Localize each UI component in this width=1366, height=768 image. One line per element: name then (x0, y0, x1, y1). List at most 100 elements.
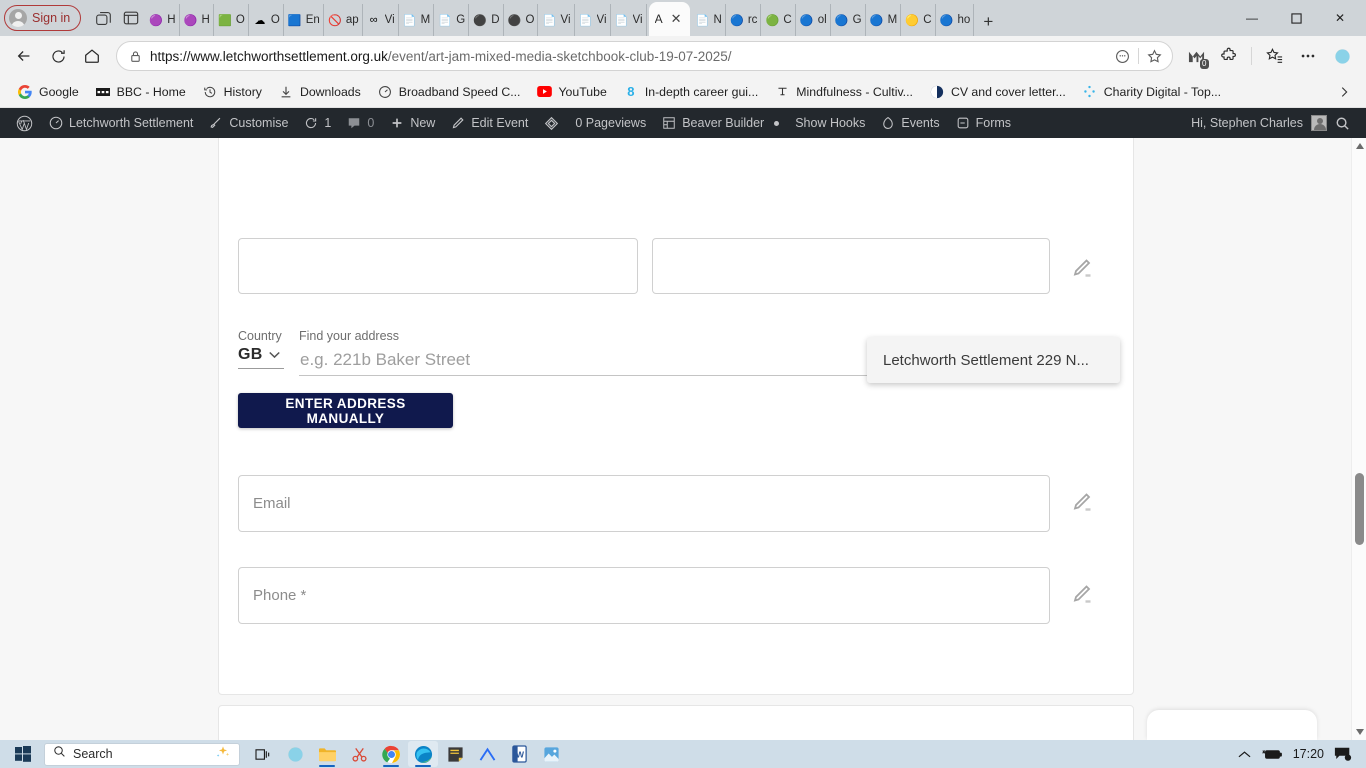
edit-phone-pencil-icon[interactable] (1070, 582, 1096, 608)
tab-item[interactable]: 📄 N (692, 4, 726, 36)
admin-bar-edit-event[interactable]: Edit Event (443, 108, 536, 138)
tab-item[interactable]: 🚫 ap (324, 4, 363, 36)
admin-bar-pageviews[interactable]: 0 Pageviews (567, 108, 654, 138)
notifications-icon[interactable] (1334, 746, 1352, 762)
tab-item[interactable]: 📄 Vi (538, 4, 575, 36)
admin-bar-site-name[interactable]: Letchworth Settlement (41, 108, 201, 138)
bookmark-mindfulness[interactable]: Mindfulness - Cultiv... (767, 81, 920, 103)
back-button[interactable] (8, 41, 40, 71)
edge-icon[interactable] (408, 741, 438, 767)
bookmark-google[interactable]: Google (10, 81, 86, 103)
tab-item[interactable]: 🔵 G (831, 4, 866, 36)
mailtrack-extension-icon[interactable]: 0 (1181, 41, 1211, 71)
tab-item[interactable]: ⚫ O (504, 4, 539, 36)
edit-name-pencil-icon[interactable] (1070, 256, 1096, 282)
copilot-icon[interactable] (89, 4, 117, 32)
tab-item[interactable]: 📄 M (399, 4, 435, 36)
vpn-icon[interactable] (472, 741, 502, 767)
tab-item[interactable]: 🔵 ol (796, 4, 831, 36)
file-explorer-icon[interactable] (312, 741, 342, 767)
favorites-icon[interactable] (1258, 41, 1290, 71)
word-icon[interactable]: W (504, 741, 534, 767)
tab-item[interactable]: 🔵 rc (726, 4, 762, 36)
admin-bar-show-hooks[interactable]: Show Hooks (787, 108, 873, 138)
tab-item[interactable]: 🟢 C (761, 4, 796, 36)
more-options-icon[interactable] (1292, 41, 1324, 71)
copilot-icon[interactable] (280, 741, 310, 767)
tab-item[interactable]: 🟣 H (145, 4, 180, 36)
tab-item-active[interactable]: A ✕ (648, 2, 690, 36)
admin-bar-forms[interactable]: Forms (948, 108, 1019, 138)
chevron-up-icon[interactable] (1238, 750, 1251, 759)
admin-bar-greeting[interactable]: Hi, Stephen Charles (1183, 108, 1303, 138)
first-name-field[interactable] (238, 238, 638, 294)
address-suggestion-item[interactable]: Letchworth Settlement 229 N... (883, 352, 1089, 369)
admin-bar-comments[interactable]: 0 (339, 108, 382, 138)
user-avatar-icon[interactable] (1311, 115, 1327, 131)
email-field[interactable]: Email (238, 475, 1050, 532)
edit-email-pencil-icon[interactable] (1070, 490, 1096, 516)
tab-item[interactable]: 📄 Vi (575, 4, 611, 36)
bookmark-bbc-home[interactable]: BBC - Home (88, 81, 193, 103)
tab-item[interactable]: ∞ Vi (363, 4, 399, 36)
admin-bar-new[interactable]: New (382, 108, 443, 138)
chrome-icon[interactable] (376, 741, 406, 767)
tab-item[interactable]: 🟩 O (214, 4, 249, 36)
close-button[interactable]: ✕ (1318, 1, 1362, 35)
bookmark-history[interactable]: History (195, 81, 269, 103)
extensions-icon[interactable] (1213, 41, 1245, 71)
windows-start-icon[interactable] (6, 741, 40, 767)
admin-bar-wp-rocket[interactable] (536, 108, 567, 138)
address-suggestion-dropdown[interactable]: Letchworth Settlement 229 N... (867, 337, 1120, 383)
address-bar[interactable]: https://www.letchworthsettlement.org.uk/… (116, 41, 1173, 71)
phone-field[interactable]: Phone * (238, 567, 1050, 624)
admin-bar-beaver-builder[interactable]: Beaver Builder (654, 108, 787, 138)
tab-item[interactable]: 📄 Vi (611, 4, 647, 36)
tab-item[interactable]: ⚫ D (469, 4, 504, 36)
copilot-sidebar-icon[interactable] (1326, 41, 1358, 71)
reload-button[interactable] (42, 41, 74, 71)
bookmark-broadband-speed[interactable]: Broadband Speed C... (370, 81, 528, 103)
sign-in-button[interactable]: Sign in (4, 5, 82, 31)
star-icon[interactable] (1147, 48, 1162, 64)
admin-bar-customise[interactable]: Customise (201, 108, 296, 138)
page-actions-icon[interactable] (1115, 49, 1130, 64)
bookmark-charity-digital[interactable]: Charity Digital - Top... (1075, 81, 1228, 103)
battery-charging-icon[interactable] (1261, 748, 1283, 761)
sticky-notes-icon[interactable] (440, 741, 470, 767)
split-screen-icon[interactable] (117, 4, 145, 32)
taskbar-search[interactable]: Search (44, 742, 240, 766)
bookmark-youtube[interactable]: YouTube (529, 81, 613, 103)
last-name-field[interactable] (652, 238, 1050, 294)
tab-item[interactable]: 🟦 En (284, 4, 324, 36)
minimize-button[interactable]: — (1230, 1, 1274, 35)
bookmark-career-guide[interactable]: 8 In-depth career gui... (616, 81, 765, 103)
maximize-button[interactable] (1274, 1, 1318, 35)
home-button[interactable] (76, 41, 108, 71)
tab-item[interactable]: 📄 G (434, 4, 470, 36)
new-tab-button[interactable]: + (974, 8, 1002, 36)
photos-icon[interactable] (536, 741, 566, 767)
page-scrollbar[interactable] (1351, 138, 1366, 740)
chevron-right-icon[interactable] (1332, 85, 1356, 99)
enter-address-manually-button[interactable]: ENTER ADDRESS MANUALLY (238, 393, 453, 428)
scroll-up-arrow-icon[interactable] (1352, 138, 1366, 154)
search-icon[interactable] (1327, 108, 1358, 138)
task-view-icon[interactable] (248, 741, 278, 767)
bookmark-cv-cover-letter[interactable]: CV and cover letter... (922, 81, 1073, 103)
close-icon[interactable]: ✕ (669, 11, 684, 27)
tab-item[interactable]: 🔵 M (866, 4, 902, 36)
tab-item[interactable]: 🟡 C (901, 4, 936, 36)
admin-bar-events[interactable]: Events (873, 108, 947, 138)
scrollbar-thumb[interactable] (1355, 473, 1364, 545)
snipping-tool-icon[interactable] (344, 741, 374, 767)
scroll-down-arrow-icon[interactable] (1352, 724, 1366, 740)
tab-item[interactable]: 🔵 ho (936, 4, 975, 36)
bookmark-downloads[interactable]: Downloads (271, 81, 368, 103)
admin-bar-updates[interactable]: 1 (296, 108, 339, 138)
tab-item[interactable]: ☁ O (249, 4, 284, 36)
wordpress-logo-icon[interactable] (8, 108, 41, 138)
taskbar-clock[interactable]: 17:20 (1293, 747, 1324, 761)
floating-widget[interactable] (1147, 710, 1317, 740)
tab-item[interactable]: 🟣 H (180, 4, 214, 36)
